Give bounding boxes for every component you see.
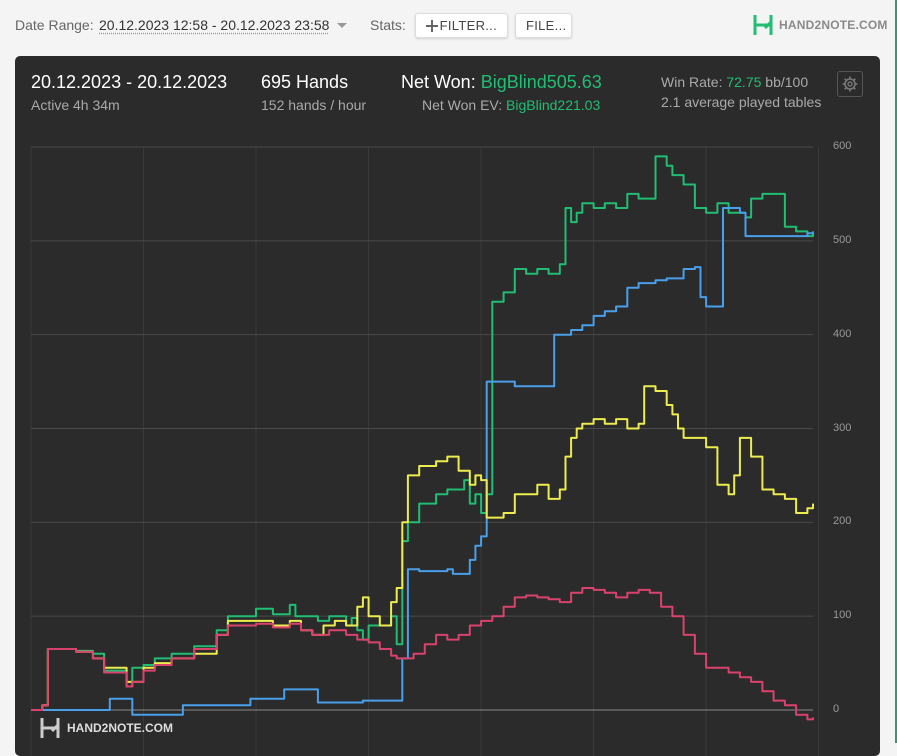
series-line-3 xyxy=(31,385,814,711)
filter-button[interactable]: FILTER... xyxy=(415,13,508,38)
top-toolbar: Date Range: 20.12.2023 12:58 - 20.12.202… xyxy=(0,0,897,52)
brand-logo: HAND2NOTE.COM xyxy=(753,14,888,36)
chart-grid-horizontal xyxy=(31,146,813,711)
y-tick-label: 200 xyxy=(833,515,852,528)
watermark-text: HAND2NOTE.COM xyxy=(67,721,174,735)
watermark: HAND2NOTE.COM xyxy=(40,717,173,739)
file-button-label: FILE... xyxy=(526,18,567,33)
y-tick-label: 300 xyxy=(833,421,852,434)
date-range-label: Date Range: xyxy=(15,17,94,33)
profit-graph xyxy=(30,146,819,756)
series-line-1 xyxy=(31,155,814,711)
hand2note-logo-icon xyxy=(753,15,773,35)
plus-icon xyxy=(426,19,438,32)
y-tick-label: 500 xyxy=(833,233,852,246)
chevron-down-icon[interactable] xyxy=(337,23,347,28)
y-tick-label: 400 xyxy=(833,327,852,340)
filter-button-label: FILTER... xyxy=(439,18,497,33)
file-button[interactable]: FILE... xyxy=(515,13,572,38)
hand2note-logo-icon xyxy=(40,718,60,738)
series-line-4 xyxy=(31,587,814,721)
y-tick-label: 0 xyxy=(833,703,840,715)
stats-label: Stats: xyxy=(370,17,406,33)
graph-panel: 20.12.2023 - 20.12.2023 Active 4h 34m 69… xyxy=(15,56,880,756)
y-tick-label: 100 xyxy=(833,609,852,622)
brand-text: HAND2NOTE.COM xyxy=(779,18,888,32)
y-tick-label: 600 xyxy=(833,140,852,152)
date-range-selector[interactable]: 20.12.2023 12:58 - 20.12.2023 23:58 xyxy=(99,17,329,33)
